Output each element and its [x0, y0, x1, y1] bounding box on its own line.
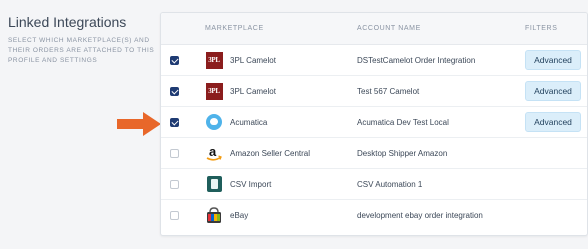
3pl-camelot-logo-icon: 3PL: [205, 51, 223, 69]
table-row: CSV Import CSV Automation 1: [161, 169, 587, 200]
section-description: SELECT WHICH MARKETPLACE(S) AND THEIR OR…: [8, 37, 155, 64]
account-name: DSTestCamelot Order Integration: [357, 56, 476, 65]
3pl-camelot-logo-icon: 3PL: [205, 82, 223, 100]
svg-text:a: a: [209, 144, 217, 159]
table-header: MARKETPLACE ACCOUNT NAME FILTERS: [161, 13, 587, 45]
row-checkbox[interactable]: [170, 87, 179, 96]
table-row: eBay development ebay order integration: [161, 200, 587, 231]
section-title: Linked Integrations: [8, 14, 127, 30]
ebay-logo-icon: [205, 206, 223, 224]
marketplace-name: 3PL Camelot: [230, 87, 276, 96]
integrations-table: MARKETPLACE ACCOUNT NAME FILTERS 3PL 3PL…: [160, 12, 588, 236]
row-checkbox[interactable]: [170, 118, 179, 127]
account-name: development ebay order integration: [357, 211, 483, 220]
column-header-filters: FILTERS: [525, 25, 558, 32]
advanced-filter-button[interactable]: Advanced: [525, 112, 581, 132]
row-checkbox[interactable]: [170, 149, 179, 158]
column-header-account-name: ACCOUNT NAME: [357, 25, 421, 32]
marketplace-name: CSV Import: [230, 180, 272, 189]
3pl-logo-text: 3PL: [205, 51, 223, 69]
account-name: Acumatica Dev Test Local: [357, 118, 449, 127]
marketplace-name: Acumatica: [230, 118, 268, 127]
account-name: Test 567 Camelot: [357, 87, 420, 96]
left-panel: Linked Integrations SELECT WHICH MARKETP…: [8, 14, 158, 66]
account-name: CSV Automation 1: [357, 180, 423, 189]
table-row: Acumatica Acumatica Dev Test Local Advan…: [161, 107, 587, 138]
advanced-filter-button[interactable]: Advanced: [525, 81, 581, 101]
column-header-marketplace: MARKETPLACE: [205, 25, 264, 32]
acumatica-logo-icon: [205, 113, 223, 131]
table-row: 3PL 3PL Camelot DSTestCamelot Order Inte…: [161, 45, 587, 76]
table-row: 3PL 3PL Camelot Test 567 Camelot Advance…: [161, 76, 587, 107]
row-checkbox[interactable]: [170, 211, 179, 220]
account-name: Desktop Shipper Amazon: [357, 149, 448, 158]
table-row: a Amazon Seller Central Desktop Shipper …: [161, 138, 587, 169]
marketplace-name: 3PL Camelot: [230, 56, 276, 65]
marketplace-name: eBay: [230, 211, 249, 220]
3pl-logo-text: 3PL: [205, 82, 223, 100]
arrow-right-icon: [117, 112, 161, 136]
row-checkbox[interactable]: [170, 56, 179, 65]
advanced-filter-button[interactable]: Advanced: [525, 50, 581, 70]
marketplace-name: Amazon Seller Central: [230, 149, 311, 158]
csv-import-logo-icon: [205, 175, 223, 193]
amazon-logo-icon: a: [205, 144, 223, 162]
row-checkbox[interactable]: [170, 180, 179, 189]
